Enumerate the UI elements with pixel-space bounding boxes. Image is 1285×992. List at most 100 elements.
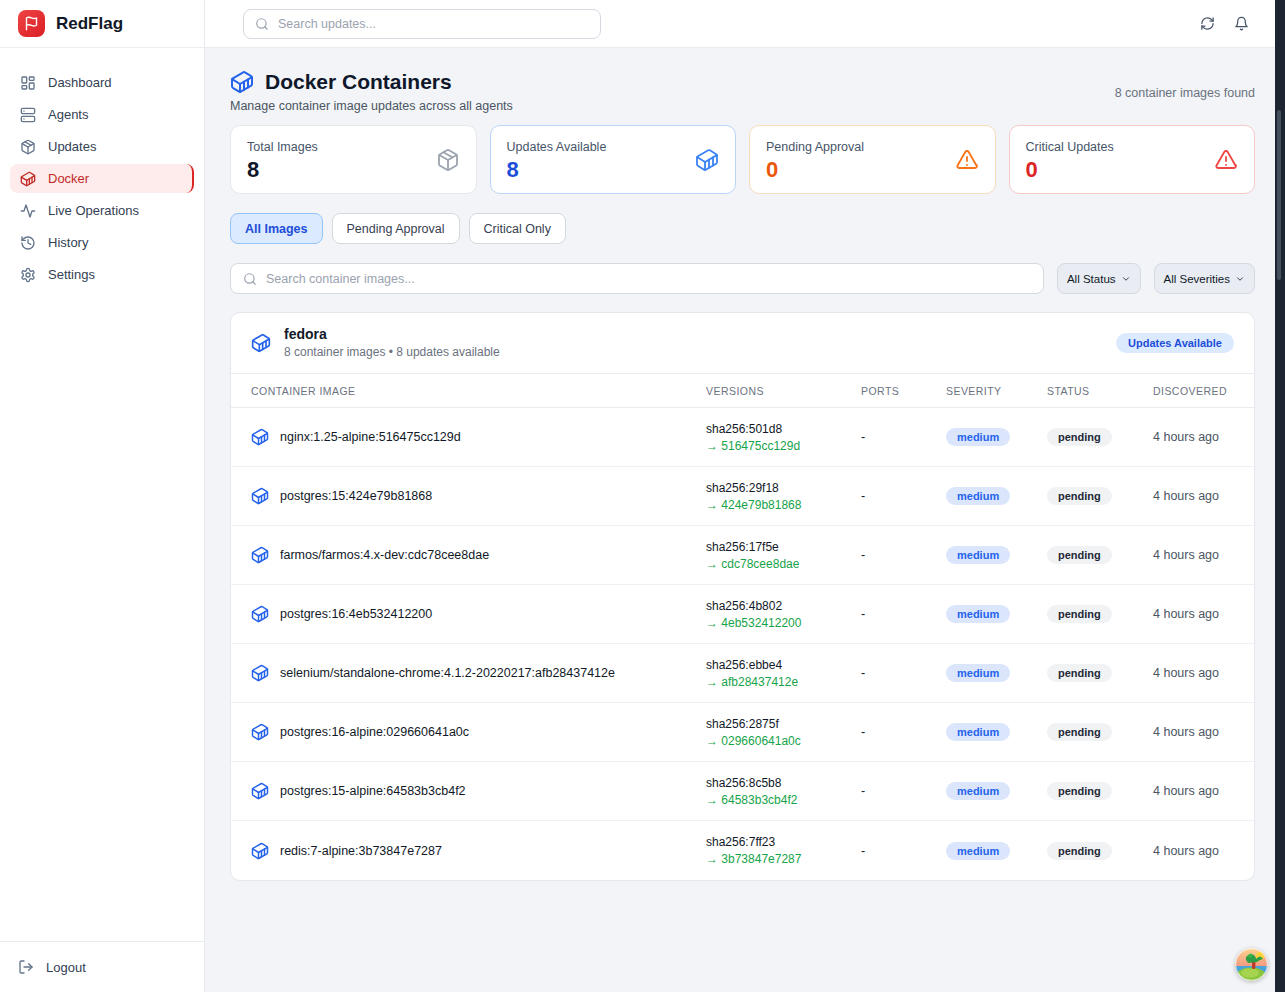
group-meta: 8 container images • 8 updates available bbox=[284, 345, 500, 359]
alert-triangle-icon bbox=[1214, 148, 1238, 172]
container-icon bbox=[230, 70, 254, 94]
discovered-time: 4 hours ago bbox=[1153, 489, 1254, 503]
island-extension-icon[interactable] bbox=[1235, 948, 1268, 981]
scrollbar-thumb[interactable] bbox=[1277, 110, 1281, 280]
gear-icon bbox=[20, 267, 36, 283]
global-search-input[interactable]: Search updates... bbox=[243, 9, 601, 39]
version-update: → 4eb532412200 bbox=[706, 615, 861, 631]
sidebar-item-docker[interactable]: Docker bbox=[10, 164, 194, 193]
container-search-placeholder: Search container images... bbox=[266, 272, 415, 286]
brand-name: RedFlag bbox=[56, 14, 123, 34]
table-row[interactable]: selenium/standalone-chrome:4.1.2-2022021… bbox=[231, 644, 1254, 703]
discovered-time: 4 hours ago bbox=[1153, 430, 1254, 444]
history-icon bbox=[20, 235, 36, 251]
ports: - bbox=[861, 607, 946, 621]
container-icon bbox=[251, 664, 269, 682]
table-row[interactable]: redis:7-alpine:3b73847e7287 sha256:7ff23… bbox=[231, 821, 1254, 880]
version-current: sha256:ebbe4 bbox=[706, 657, 861, 673]
version-current: sha256:2875f bbox=[706, 716, 861, 732]
server-icon bbox=[20, 107, 36, 123]
container-icon bbox=[251, 723, 269, 741]
brand-logo-flag-icon bbox=[18, 10, 45, 37]
sidebar-item-history[interactable]: History bbox=[10, 228, 194, 257]
version-update: → 029660641a0c bbox=[706, 733, 861, 749]
container-search-input[interactable]: Search container images... bbox=[230, 263, 1044, 294]
container-icon bbox=[251, 428, 269, 446]
image-group-card: fedora 8 container images • 8 updates av… bbox=[230, 312, 1255, 881]
logout-button[interactable]: Logout bbox=[0, 941, 204, 992]
status-badge: pending bbox=[1047, 664, 1112, 682]
tab-pending-approval[interactable]: Pending Approval bbox=[332, 213, 460, 244]
sidebar-item-settings[interactable]: Settings bbox=[10, 260, 194, 289]
col-ports: Ports bbox=[861, 385, 946, 397]
discovered-time: 4 hours ago bbox=[1153, 844, 1254, 858]
page-scrollbar[interactable] bbox=[1275, 0, 1285, 992]
severity-badge: medium bbox=[946, 842, 1010, 860]
version-current: sha256:29f18 bbox=[706, 480, 861, 496]
sidebar-item-agents[interactable]: Agents bbox=[10, 100, 194, 129]
chevron-down-icon bbox=[1121, 274, 1131, 284]
version-update: → afb28437412e bbox=[706, 674, 861, 690]
container-icon bbox=[251, 546, 269, 564]
image-name: farmos/farmos:4.x-dev:cdc78cee8dae bbox=[280, 548, 489, 562]
stat-value: 8 bbox=[247, 157, 318, 183]
page-title: Docker Containers bbox=[265, 70, 452, 94]
stat-value: 0 bbox=[766, 157, 864, 183]
image-name: redis:7-alpine:3b73847e7287 bbox=[280, 844, 442, 858]
severity-badge: medium bbox=[946, 723, 1010, 741]
sidebar-item-label: Updates bbox=[48, 139, 96, 154]
dashboard-icon bbox=[20, 75, 36, 91]
table-row[interactable]: postgres:16-alpine:029660641a0c sha256:2… bbox=[231, 703, 1254, 762]
tab-all-images[interactable]: All Images bbox=[230, 213, 323, 244]
sidebar-item-label: Live Operations bbox=[48, 203, 139, 218]
discovered-time: 4 hours ago bbox=[1153, 548, 1254, 562]
status-badge: pending bbox=[1047, 782, 1112, 800]
status-badge: pending bbox=[1047, 605, 1112, 623]
ports: - bbox=[861, 784, 946, 798]
version-current: sha256:17f5e bbox=[706, 539, 861, 555]
stats-row: Total Images8 Updates Available8 Pending… bbox=[230, 125, 1255, 194]
version-current: sha256:4b802 bbox=[706, 598, 861, 614]
severity-badge: medium bbox=[946, 782, 1010, 800]
sidebar-item-updates[interactable]: Updates bbox=[10, 132, 194, 161]
ports: - bbox=[861, 548, 946, 562]
bell-icon[interactable] bbox=[1234, 16, 1249, 31]
table-row[interactable]: farmos/farmos:4.x-dev:cdc78cee8dae sha25… bbox=[231, 526, 1254, 585]
brand: RedFlag bbox=[0, 0, 204, 48]
version-update: → 424e79b81868 bbox=[706, 497, 861, 513]
image-name: postgres:16:4eb532412200 bbox=[280, 607, 432, 621]
status-badge: pending bbox=[1047, 842, 1112, 860]
table-row[interactable]: nginx:1.25-alpine:516475cc129d sha256:50… bbox=[231, 408, 1254, 467]
stat-label: Critical Updates bbox=[1026, 140, 1114, 154]
sidebar-item-label: Agents bbox=[48, 107, 88, 122]
table-row[interactable]: postgres:16:4eb532412200 sha256:4b802→ 4… bbox=[231, 585, 1254, 644]
severity-select[interactable]: All Severities bbox=[1154, 263, 1255, 294]
sidebar-nav: Dashboard Agents Updates Docker Live Ope… bbox=[0, 48, 204, 941]
refresh-icon[interactable] bbox=[1200, 16, 1215, 31]
image-name: nginx:1.25-alpine:516475cc129d bbox=[280, 430, 461, 444]
group-title: fedora bbox=[284, 326, 500, 342]
group-header: fedora 8 container images • 8 updates av… bbox=[231, 313, 1254, 373]
status-badge: pending bbox=[1047, 487, 1112, 505]
container-icon bbox=[251, 782, 269, 800]
tab-critical-only[interactable]: Critical Only bbox=[469, 213, 566, 244]
global-search-placeholder: Search updates... bbox=[278, 17, 376, 31]
image-name: postgres:16-alpine:029660641a0c bbox=[280, 725, 469, 739]
image-name: selenium/standalone-chrome:4.1.2-2022021… bbox=[280, 666, 615, 680]
container-icon bbox=[695, 148, 719, 172]
status-select[interactable]: All Status bbox=[1057, 263, 1141, 294]
table-row[interactable]: postgres:15:424e79b81868 sha256:29f18→ 4… bbox=[231, 467, 1254, 526]
severity-badge: medium bbox=[946, 605, 1010, 623]
sidebar-item-label: History bbox=[48, 235, 88, 250]
discovered-time: 4 hours ago bbox=[1153, 784, 1254, 798]
sidebar-item-live-operations[interactable]: Live Operations bbox=[10, 196, 194, 225]
ports: - bbox=[861, 725, 946, 739]
severity-badge: medium bbox=[946, 487, 1010, 505]
discovered-time: 4 hours ago bbox=[1153, 607, 1254, 621]
sidebar-item-dashboard[interactable]: Dashboard bbox=[10, 68, 194, 97]
stat-card-updates-available: Updates Available8 bbox=[490, 125, 737, 194]
table-row[interactable]: postgres:15-alpine:64583b3cb4f2 sha256:8… bbox=[231, 762, 1254, 821]
ports: - bbox=[861, 844, 946, 858]
stat-card-pending-approval: Pending Approval0 bbox=[749, 125, 996, 194]
activity-icon bbox=[20, 203, 36, 219]
